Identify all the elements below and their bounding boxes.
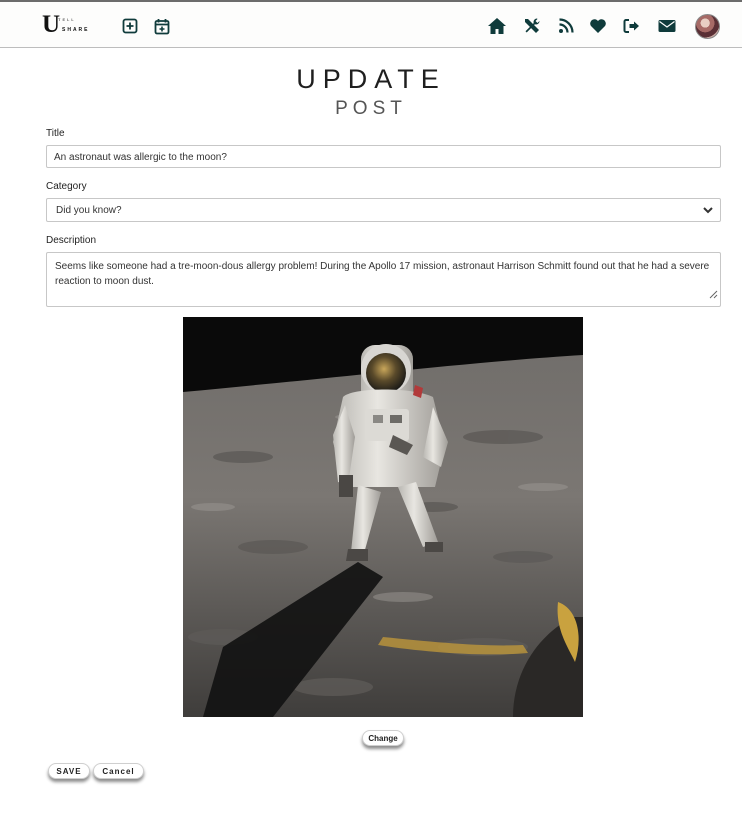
description-textarea[interactable]: Seems like someone had a tre-moon-dous a… (46, 252, 721, 307)
avatar[interactable] (695, 14, 720, 39)
logout-icon[interactable] (622, 16, 642, 36)
change-image-button[interactable]: Change (362, 730, 404, 746)
logo-small-text: TELL (58, 17, 76, 22)
logo-letter: U (42, 11, 60, 38)
category-select[interactable]: Did you know? (46, 198, 721, 222)
page-subtitle: POST (335, 98, 407, 119)
title-label: Title (46, 128, 65, 139)
astronaut-on-moon-photo (183, 317, 583, 717)
ushare-logo[interactable]: TELL U SHARE (40, 11, 100, 38)
resize-grip-icon[interactable] (709, 289, 718, 304)
category-selected-value: Did you know? (56, 205, 122, 216)
add-post-icon[interactable] (120, 16, 140, 36)
tools-icon[interactable] (522, 16, 542, 36)
logo-share-text: SHARE (62, 27, 90, 33)
description-text: Seems like someone had a tre-moon-dous a… (55, 261, 710, 287)
heart-icon[interactable] (588, 16, 608, 36)
rss-feed-icon[interactable] (556, 16, 576, 36)
save-button[interactable]: SAVE (48, 763, 90, 779)
calendar-add-icon[interactable] (152, 16, 172, 36)
description-label: Description (46, 235, 97, 246)
home-icon[interactable] (487, 16, 507, 36)
post-image (183, 317, 583, 717)
top-navbar: TELL U SHARE (0, 0, 742, 48)
page-title: UPDATE (296, 64, 446, 94)
title-input[interactable]: An astronaut was allergic to the moon? (46, 145, 721, 168)
envelope-icon[interactable] (657, 16, 677, 36)
chevron-down-icon (702, 204, 714, 219)
cancel-button[interactable]: Cancel (93, 763, 144, 779)
category-label: Category (46, 181, 87, 192)
